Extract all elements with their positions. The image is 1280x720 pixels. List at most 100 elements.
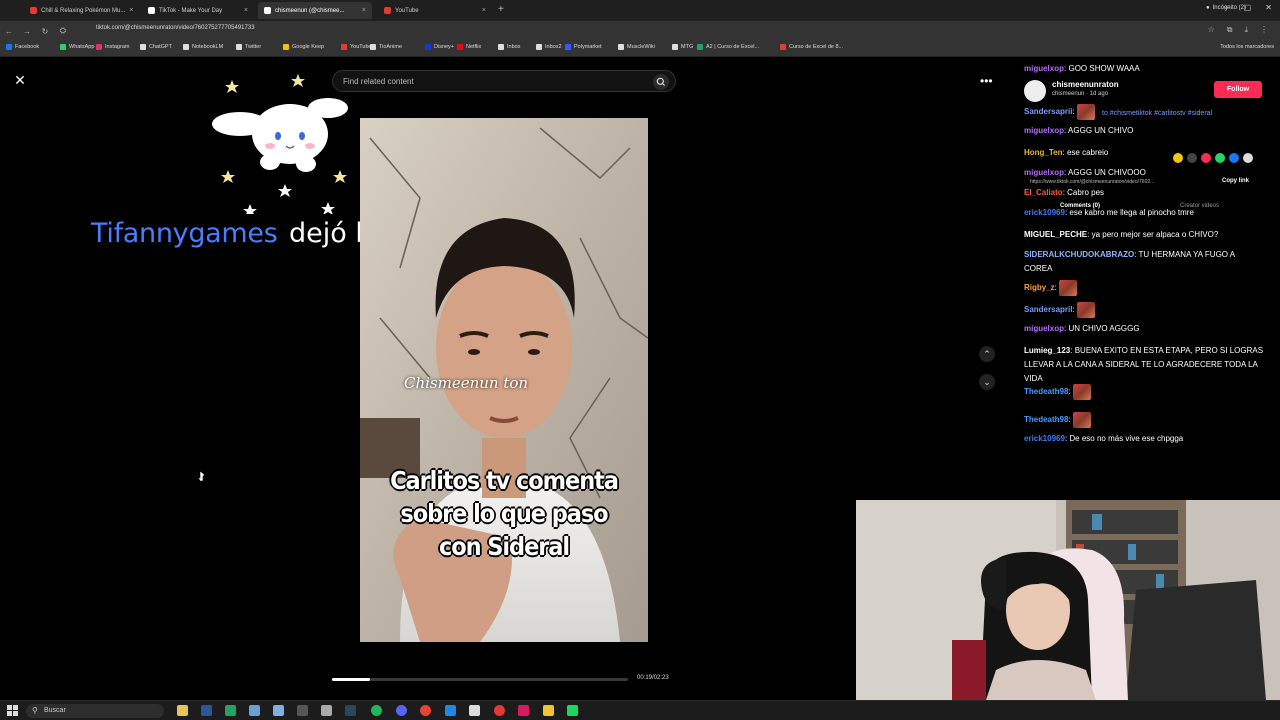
spotify-icon[interactable] <box>371 705 382 716</box>
share-arrow-icon[interactable] <box>1243 153 1253 163</box>
file-explorer-icon[interactable] <box>177 705 188 716</box>
bookmark-item[interactable]: Inbox <box>498 44 520 50</box>
bookmark-item[interactable]: Instagram <box>96 44 129 50</box>
calculator-icon[interactable] <box>273 705 284 716</box>
chat-username[interactable]: Lumieg_123 <box>1024 346 1070 355</box>
bookmark-item[interactable]: YouTube <box>341 44 372 50</box>
bookmark-item[interactable]: Disney+ <box>425 44 454 50</box>
windows-start-icon[interactable] <box>7 705 18 716</box>
bookmark-favicon-icon <box>183 44 189 50</box>
tab-pokemon[interactable]: Chill & Relaxing Pokémon Mu... × <box>24 2 138 19</box>
word-icon[interactable] <box>201 705 212 716</box>
reload-icon[interactable]: ↻ <box>36 27 54 36</box>
chat-username[interactable]: Sandersapril <box>1024 305 1072 314</box>
video-hashtags[interactable]: to #chismetiktok #carlitostv #sideral <box>1102 110 1212 117</box>
video-player[interactable]: Chismeenun ton Carlitos tv comenta sobre… <box>360 118 648 642</box>
creator-username[interactable]: chismeenunraton <box>1052 80 1119 89</box>
app-icon[interactable] <box>494 705 505 716</box>
bookmark-favicon-icon <box>96 44 102 50</box>
chrome-icon[interactable] <box>420 705 431 716</box>
chat-username[interactable]: SIDERALKCHUDOKABRAZO <box>1024 250 1134 259</box>
bookmark-item[interactable]: A2 | Curso de Excel... <box>697 44 759 50</box>
bookmark-item[interactable]: Inbox2 <box>536 44 562 50</box>
new-tab-button[interactable]: + <box>498 4 504 15</box>
follow-button[interactable]: Follow <box>1214 81 1262 98</box>
forward-icon[interactable]: → <box>18 27 36 36</box>
downloads-icon[interactable]: ⤓ <box>1244 25 1248 35</box>
taskbar-search[interactable]: ⚲ Buscar <box>26 704 164 718</box>
bookmark-item[interactable]: NotebookLM <box>183 44 223 50</box>
close-tab-icon[interactable]: × <box>482 7 486 14</box>
bookmark-star-icon[interactable]: ☆ <box>1208 25 1215 35</box>
tab-comments[interactable]: Comments (0) <box>1060 203 1100 209</box>
chat-username[interactable]: Rigby_z <box>1024 283 1055 292</box>
chat-username[interactable]: Hong_Ten <box>1024 148 1063 157</box>
bookmark-item[interactable]: TioAnime <box>370 44 402 50</box>
whatsapp-icon[interactable] <box>1215 153 1225 163</box>
app-icon[interactable] <box>543 705 554 716</box>
windows-taskbar: ⚲ Buscar <box>0 700 1280 720</box>
bookmark-item[interactable]: Curso de Excel de 8... <box>780 44 843 50</box>
app-icon[interactable] <box>518 705 529 716</box>
bookmark-item[interactable]: Facebook <box>6 44 39 50</box>
app-icon[interactable] <box>445 705 456 716</box>
close-tab-icon[interactable]: × <box>244 7 248 14</box>
chat-username[interactable]: erick10969 <box>1024 434 1065 443</box>
bookmark-item[interactable]: Polymarket <box>565 44 602 50</box>
chat-username[interactable]: Thedeath98 <box>1024 415 1068 424</box>
tab-youtube[interactable]: YouTube × <box>378 2 492 19</box>
menu-icon[interactable]: ⋮ <box>1260 25 1268 35</box>
chat-message: Rigby_z: <box>1024 280 1264 296</box>
close-window-icon[interactable]: ✕ <box>1265 3 1272 12</box>
steam-icon[interactable] <box>345 705 356 716</box>
video-progress-bar[interactable] <box>332 678 628 681</box>
notepad-icon[interactable] <box>249 705 260 716</box>
chat-username[interactable]: Sandersaprii <box>1024 107 1072 116</box>
tab-chismeenun[interactable]: chismeenun (@chismee... × <box>258 2 372 19</box>
bookmark-item[interactable]: MuscleWiki <box>618 44 655 50</box>
bookmark-item[interactable]: Netflix <box>457 44 481 50</box>
minimize-icon[interactable]: – <box>1225 3 1229 12</box>
emoji-share-icon[interactable] <box>1173 153 1183 163</box>
bookmark-item[interactable]: WhatsApp <box>60 44 94 50</box>
send-icon[interactable] <box>1201 153 1211 163</box>
embed-icon[interactable] <box>1187 153 1197 163</box>
close-tab-icon[interactable]: × <box>362 7 366 14</box>
app-icon[interactable] <box>469 705 480 716</box>
url-field[interactable]: tiktok.com/@chismeenunraton/video/760275… <box>96 25 255 31</box>
tab-tiktok[interactable]: TikTok - Make Your Day × <box>142 2 254 19</box>
close-icon[interactable]: ✕ <box>12 72 28 88</box>
more-options-icon[interactable]: ••• <box>980 74 993 88</box>
all-bookmarks[interactable]: Todos los marcadores <box>1220 44 1274 50</box>
chat-username[interactable]: miguelxop <box>1024 64 1064 73</box>
chat-username[interactable]: MIGUEL_PECHE <box>1024 230 1087 239</box>
facebook-icon[interactable] <box>1229 153 1239 163</box>
bookmark-item[interactable]: Google Keep <box>283 44 324 50</box>
creator-avatar[interactable] <box>1024 80 1046 102</box>
app-icon[interactable] <box>321 705 332 716</box>
discord-icon[interactable] <box>396 705 407 716</box>
obs-icon[interactable] <box>297 705 308 716</box>
bookmark-item[interactable]: ChatGPT <box>140 44 172 50</box>
chat-username[interactable]: Thedeath98 <box>1024 387 1068 396</box>
copy-link-button[interactable]: Copy link <box>1222 178 1249 184</box>
bookmark-item[interactable]: Twitter <box>236 44 261 50</box>
search-icon[interactable] <box>653 74 669 90</box>
extensions-icon[interactable]: ⧉ <box>1227 25 1233 35</box>
chat-username[interactable]: miguelxop <box>1024 126 1064 135</box>
bookmark-item[interactable]: MTG <box>672 44 693 50</box>
lock-icon[interactable]: ⛭ <box>54 26 72 36</box>
chat-username[interactable]: miguelxop <box>1024 324 1064 333</box>
excel-icon[interactable] <box>225 705 236 716</box>
previous-video-button[interactable]: ⌃ <box>979 346 995 362</box>
maximize-icon[interactable]: ▢ <box>1244 3 1252 12</box>
next-video-button[interactable]: ⌄ <box>979 374 995 390</box>
chat-username[interactable]: erick10969 <box>1024 208 1065 217</box>
chat-username[interactable]: El_Caliato <box>1024 188 1063 197</box>
tab-creator-videos[interactable]: Creator videos <box>1180 203 1219 209</box>
search-input[interactable]: Find related content <box>332 70 676 92</box>
app-icon[interactable] <box>567 705 578 716</box>
close-tab-icon[interactable]: × <box>129 7 133 14</box>
chat-username[interactable]: miguelxop <box>1024 168 1064 177</box>
back-icon[interactable]: ← <box>0 27 18 36</box>
